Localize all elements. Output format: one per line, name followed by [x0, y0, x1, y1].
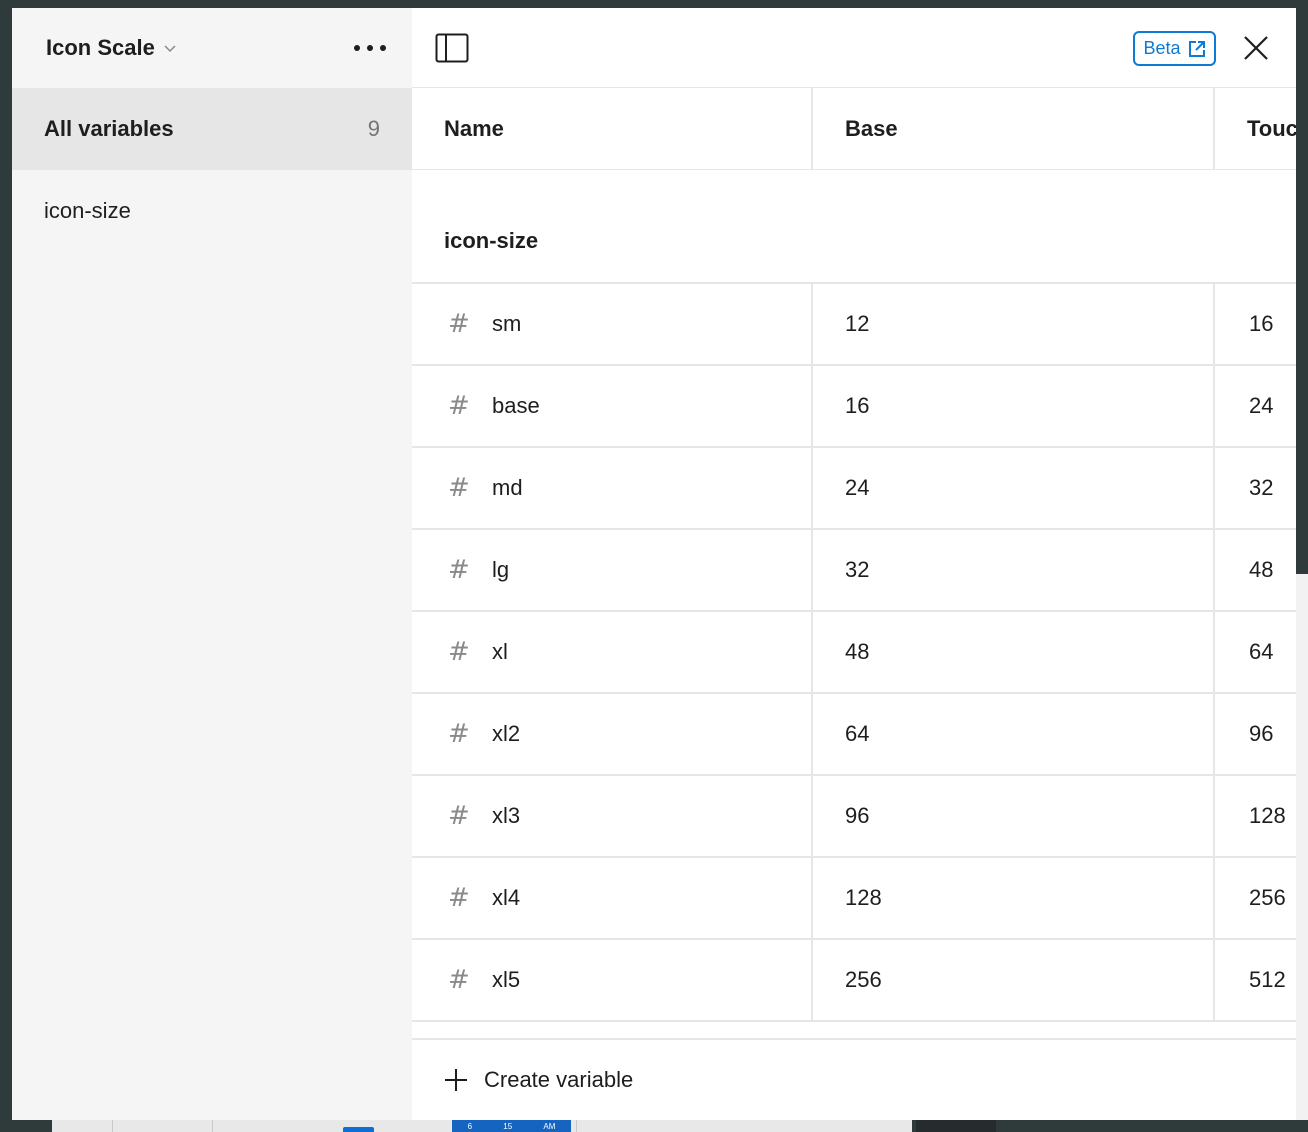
canvas-time-label: 15 — [503, 1122, 513, 1131]
canvas-divider — [212, 1120, 213, 1132]
base-value-cell[interactable]: 128 — [813, 858, 1215, 938]
base-value-cell[interactable]: 12 — [813, 284, 1215, 364]
table-row[interactable]: # xl4 128 256 — [412, 858, 1296, 940]
variable-name: md — [492, 475, 523, 500]
beta-label: Beta — [1143, 38, 1181, 58]
number-type-icon: # — [448, 555, 470, 585]
collections-sidebar: Icon Scale All variables 9 icon-size — [12, 8, 412, 1120]
toggle-sidebar-button[interactable] — [432, 28, 472, 68]
table-row[interactable]: # xl3 96 128 — [412, 776, 1296, 858]
group-header-icon-size: icon-size — [412, 170, 1296, 284]
column-header-base[interactable]: Base — [813, 88, 1215, 170]
variable-name-cell[interactable]: # base — [412, 366, 813, 446]
create-variable-label: Create variable — [484, 1067, 634, 1092]
external-link-icon — [1188, 40, 1205, 57]
variable-name-cell[interactable]: # lg — [412, 530, 813, 610]
variable-name-cell[interactable]: # xl5 — [412, 940, 813, 1020]
variables-table-panel: Beta Name Base Touch icon-size # sm 1216 # b… — [412, 8, 1296, 1120]
close-button[interactable] — [1236, 28, 1276, 68]
canvas-time-label: 6 — [467, 1122, 473, 1131]
number-type-icon: # — [448, 801, 470, 831]
sidebar-item-label: icon-size — [44, 198, 131, 223]
table-row[interactable]: # lg 32 48 — [412, 530, 1296, 612]
table-row[interactable]: # xl 48 64 — [412, 612, 1296, 694]
number-type-icon: # — [448, 719, 470, 749]
variables-modal: Icon Scale All variables 9 icon-size Bet… — [12, 8, 1296, 1120]
variable-name: base — [492, 393, 540, 418]
touch-value-cell[interactable]: 24 — [1215, 366, 1296, 446]
sidebar-header: Icon Scale — [12, 8, 412, 88]
variable-name-cell[interactable]: # md — [412, 448, 813, 528]
table-footer: Create variable — [412, 1038, 1296, 1120]
number-type-icon: # — [448, 473, 470, 503]
sidebar-item-icon-size[interactable]: icon-size — [12, 170, 412, 252]
column-header-touch[interactable]: Touch — [1215, 88, 1296, 170]
sidebar-panel-icon — [435, 33, 469, 63]
collection-title: Icon Scale — [46, 35, 155, 60]
number-type-icon: # — [448, 637, 470, 667]
number-type-icon: # — [448, 309, 470, 339]
variable-count: 9 — [367, 116, 380, 141]
table-row[interactable]: # xl5 256 512 — [412, 940, 1296, 1022]
canvas-dark-element — [916, 1120, 996, 1132]
variable-name: xl — [492, 639, 508, 664]
variable-name: xl5 — [492, 967, 521, 992]
chevron-down-icon — [164, 45, 176, 53]
canvas-time-label: AM — [543, 1122, 556, 1131]
variable-name-cell[interactable]: # sm — [412, 284, 813, 364]
more-options-button[interactable] — [350, 28, 390, 68]
close-icon — [1244, 36, 1268, 60]
column-header-name[interactable]: Name — [412, 88, 813, 170]
number-type-icon: # — [448, 883, 470, 913]
base-value-cell[interactable]: 16 — [813, 366, 1215, 446]
modal-toolbar: Beta — [412, 8, 1296, 88]
variable-name-cell[interactable]: # xl3 — [412, 776, 813, 856]
touch-value-cell[interactable]: 128 — [1215, 776, 1296, 856]
touch-value-cell[interactable]: 512 — [1215, 940, 1296, 1020]
variable-rows: # sm 12 16 # base 16 24 # md 24 32 # lg 32 48 # xl 48 64 # xl… — [412, 284, 1296, 1022]
variable-name: xl3 — [492, 803, 521, 828]
table-row[interactable]: # sm 12 16 — [412, 284, 1296, 366]
number-type-icon: # — [448, 965, 470, 995]
variable-name-cell[interactable]: # xl — [412, 612, 813, 692]
sidebar-item-label: All variables — [44, 116, 174, 141]
touch-value-cell[interactable]: 48 — [1215, 530, 1296, 610]
collection-switcher[interactable]: Icon Scale — [46, 35, 177, 61]
base-value-cell[interactable]: 96 — [813, 776, 1215, 856]
canvas-divider — [576, 1120, 577, 1132]
variable-name: sm — [492, 311, 522, 336]
variable-name-cell[interactable]: # xl2 — [412, 694, 813, 774]
canvas-right-frame — [1296, 574, 1308, 1120]
variable-name: xl2 — [492, 721, 521, 746]
table-row[interactable]: # md 24 32 — [412, 448, 1296, 530]
touch-value-cell[interactable]: 16 — [1215, 284, 1296, 364]
base-value-cell[interactable]: 48 — [813, 612, 1215, 692]
plus-icon — [445, 1069, 467, 1091]
canvas-time-bar: 6 15 AM — [452, 1120, 571, 1132]
table-row[interactable]: # xl2 64 96 — [412, 694, 1296, 776]
base-value-cell[interactable]: 64 — [813, 694, 1215, 774]
touch-value-cell[interactable]: 256 — [1215, 858, 1296, 938]
base-value-cell[interactable]: 256 — [813, 940, 1215, 1020]
touch-value-cell[interactable]: 64 — [1215, 612, 1296, 692]
sidebar-item-all-variables[interactable]: All variables 9 — [12, 88, 412, 170]
table-header-row: Name Base Touch — [412, 88, 1296, 170]
variable-name: lg — [492, 557, 510, 582]
variable-name-cell[interactable]: # xl4 — [412, 858, 813, 938]
create-variable-button[interactable]: Create variable — [444, 1067, 633, 1093]
base-value-cell[interactable]: 32 — [813, 530, 1215, 610]
canvas-blue-element — [343, 1127, 374, 1132]
base-value-cell[interactable]: 24 — [813, 448, 1215, 528]
ellipsis-icon — [354, 45, 386, 51]
canvas-divider — [112, 1120, 113, 1132]
touch-value-cell[interactable]: 32 — [1215, 448, 1296, 528]
touch-value-cell[interactable]: 96 — [1215, 694, 1296, 774]
table-row[interactable]: # base 16 24 — [412, 366, 1296, 448]
number-type-icon: # — [448, 391, 470, 421]
beta-feedback-link[interactable]: Beta — [1133, 31, 1216, 66]
variable-name: xl4 — [492, 885, 521, 910]
